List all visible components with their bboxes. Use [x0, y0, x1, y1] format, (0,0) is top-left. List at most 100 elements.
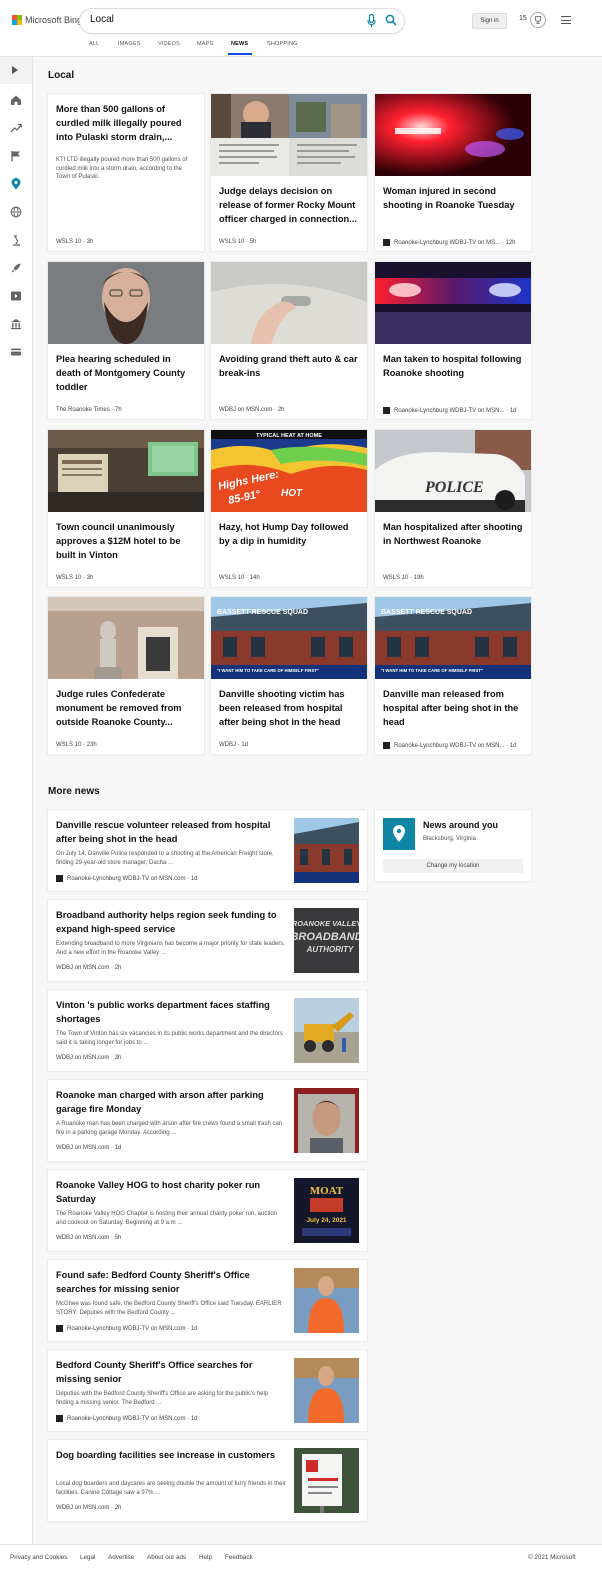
card-image[interactable]: BASSETT RESCUE SQUAD "I WANT HIM TO TAKE… — [211, 597, 367, 679]
video-icon[interactable] — [10, 290, 22, 302]
local-card[interactable]: BASSETT RESCUE SQUAD "I WANT HIM TO TAKE… — [375, 597, 531, 754]
card-title[interactable]: Judge delays decision on release of form… — [219, 184, 361, 226]
news-list-item[interactable]: Vinton 's public works department faces … — [48, 990, 367, 1071]
local-card[interactable]: Woman injured in second shooting in Roan… — [375, 94, 531, 251]
card-title[interactable]: Avoiding grand theft auto & car break-in… — [219, 352, 361, 380]
search-icon[interactable] — [385, 14, 397, 26]
local-card[interactable]: Judge delays decision on release of form… — [211, 94, 367, 251]
news-thumbnail[interactable] — [294, 1268, 359, 1333]
card-title[interactable]: Man taken to hospital following Roanoke … — [383, 352, 525, 380]
footer-link-about-ads[interactable]: About our ads — [147, 1554, 186, 1561]
microphone-icon[interactable] — [367, 14, 376, 28]
news-thumbnail[interactable] — [294, 998, 359, 1063]
wdbj-logo-icon — [56, 1415, 63, 1422]
local-card[interactable]: Avoiding grand theft auto & car break-in… — [211, 262, 367, 419]
news-title[interactable]: Found safe: Bedford County Sheriff's Off… — [56, 1268, 286, 1296]
card-image[interactable] — [48, 597, 204, 679]
news-thumbnail[interactable] — [294, 1088, 359, 1153]
local-card[interactable]: Town council unanimously approves a $12M… — [48, 430, 204, 587]
local-card[interactable]: POLICE Man hospitalized after shooting i… — [375, 430, 531, 587]
credit-card-icon[interactable] — [10, 346, 22, 358]
card-image[interactable]: POLICE — [375, 430, 531, 512]
news-title[interactable]: Danville rescue volunteer released from … — [56, 818, 286, 846]
card-title[interactable]: Danville shooting victim has been releas… — [219, 687, 361, 729]
news-thumbnail[interactable] — [294, 1358, 359, 1423]
card-title[interactable]: Town council unanimously approves a $12M… — [56, 520, 198, 562]
science-icon[interactable] — [10, 234, 22, 246]
tab-shopping[interactable]: SHOPPING — [267, 41, 298, 47]
broadband-logo-line: AUTHORITY — [306, 945, 354, 954]
local-card[interactable]: More than 500 gallons of curdled milk il… — [48, 94, 204, 251]
footer-link-privacy[interactable]: Privacy and Cookies — [10, 1554, 67, 1561]
footer-link-feedback[interactable]: Feedback — [225, 1554, 253, 1561]
local-card[interactable]: TYPICAL HEAT AT HOME Highs Here: 85-91° … — [211, 430, 367, 587]
news-thumbnail[interactable] — [294, 818, 359, 883]
card-title[interactable]: Hazy, hot Hump Day followed by a dip in … — [219, 520, 361, 548]
flag-icon[interactable] — [10, 150, 22, 162]
news-list-item[interactable]: Dog boarding facilities see increase in … — [48, 1440, 367, 1521]
change-location-button[interactable]: Change my location — [383, 859, 523, 873]
card-source: WSLS 10 · 19h — [383, 575, 424, 581]
news-title[interactable]: Broadband authority helps region seek fu… — [56, 908, 286, 936]
government-icon[interactable] — [10, 318, 22, 330]
news-list-item[interactable]: Found safe: Bedford County Sheriff's Off… — [48, 1260, 367, 1341]
card-image[interactable] — [48, 430, 204, 512]
news-list-item[interactable]: Bedford County Sheriff's Office searches… — [48, 1350, 367, 1431]
news-thumbnail[interactable] — [294, 1448, 359, 1513]
news-title[interactable]: Vinton 's public works department faces … — [56, 998, 286, 1026]
sign-in-button[interactable]: Sign in — [472, 13, 507, 29]
news-chyron: "I WANT HIM TO TAKE CARE OF HIMSELF FIRS… — [217, 668, 319, 673]
rewards-points[interactable]: 15 — [519, 15, 527, 22]
news-list-item[interactable]: Danville rescue volunteer released from … — [48, 810, 367, 891]
news-title[interactable]: Roanoke Valley HOG to host charity poker… — [56, 1178, 286, 1206]
tab-images[interactable]: IMAGES — [118, 41, 141, 47]
news-list-item[interactable]: Roanoke man charged with arson after par… — [48, 1080, 367, 1161]
footer-link-help[interactable]: Help — [199, 1554, 212, 1561]
search-input[interactable] — [90, 14, 350, 25]
card-title[interactable]: Man hospitalized after shooting in North… — [383, 520, 525, 548]
tab-videos[interactable]: VIDEOS — [158, 41, 180, 47]
card-image[interactable] — [48, 262, 204, 344]
card-title[interactable]: Woman injured in second shooting in Roan… — [383, 184, 525, 212]
local-heading: Local — [48, 70, 75, 81]
card-title[interactable]: More than 500 gallons of curdled milk il… — [56, 102, 198, 144]
rescue-squad-sign: BASSETT RESCUE SQUAD — [381, 609, 472, 616]
news-title[interactable]: Roanoke man charged with arson after par… — [56, 1088, 286, 1116]
card-title[interactable]: Judge rules Confederate monument be remo… — [56, 687, 198, 729]
local-card[interactable]: BASSETT RESCUE SQUAD "I WANT HIM TO TAKE… — [211, 597, 367, 754]
news-thumbnail[interactable]: MOAT July 24, 2021 — [294, 1178, 359, 1243]
card-image[interactable]: TYPICAL HEAT AT HOME Highs Here: 85-91° … — [211, 430, 367, 512]
card-image[interactable] — [211, 262, 367, 344]
news-list-item[interactable]: Roanoke Valley HOG to host charity poker… — [48, 1170, 367, 1251]
news-title[interactable]: Bedford County Sheriff's Office searches… — [56, 1358, 286, 1386]
news-thumbnail[interactable]: ROANOKE VALLEY BROADBAND AUTHORITY — [294, 908, 359, 973]
tab-news[interactable]: NEWS — [231, 41, 248, 47]
rescue-squad-sign: BASSETT RESCUE SQUAD — [217, 609, 308, 616]
broadband-logo-line: ROANOKE VALLEY — [294, 919, 359, 928]
tab-all[interactable]: ALL — [89, 41, 99, 47]
footer-link-legal[interactable]: Legal — [80, 1554, 95, 1561]
local-card[interactable]: Man taken to hospital following Roanoke … — [375, 262, 531, 419]
local-card[interactable]: Plea hearing scheduled in death of Montg… — [48, 262, 204, 419]
card-image[interactable] — [211, 94, 367, 176]
rewards-trophy-icon[interactable] — [530, 12, 546, 28]
bing-logo[interactable]: Microsoft Bing — [12, 15, 82, 25]
card-title[interactable]: Plea hearing scheduled in death of Montg… — [56, 352, 198, 394]
footer-link-advertise[interactable]: Advertise — [108, 1554, 134, 1561]
card-image[interactable] — [375, 94, 531, 176]
news-title[interactable]: Dog boarding facilities see increase in … — [56, 1448, 286, 1462]
menu-icon[interactable] — [561, 16, 571, 24]
wdbj-logo-icon — [383, 239, 390, 246]
tab-maps[interactable]: MAPS — [197, 41, 213, 47]
local-card[interactable]: Judge rules Confederate monument be remo… — [48, 597, 204, 754]
rocket-icon[interactable] — [10, 262, 22, 274]
home-icon[interactable] — [10, 94, 22, 106]
card-image[interactable] — [375, 262, 531, 344]
globe-icon[interactable] — [10, 206, 22, 218]
rail-expand-button[interactable] — [0, 57, 32, 84]
trending-icon[interactable] — [10, 122, 22, 134]
location-pin-icon[interactable] — [10, 178, 22, 190]
card-image[interactable]: BASSETT RESCUE SQUAD "I WANT HIM TO TAKE… — [375, 597, 531, 679]
news-list-item[interactable]: Broadband authority helps region seek fu… — [48, 900, 367, 981]
card-title[interactable]: Danville man released from hospital afte… — [383, 687, 525, 729]
